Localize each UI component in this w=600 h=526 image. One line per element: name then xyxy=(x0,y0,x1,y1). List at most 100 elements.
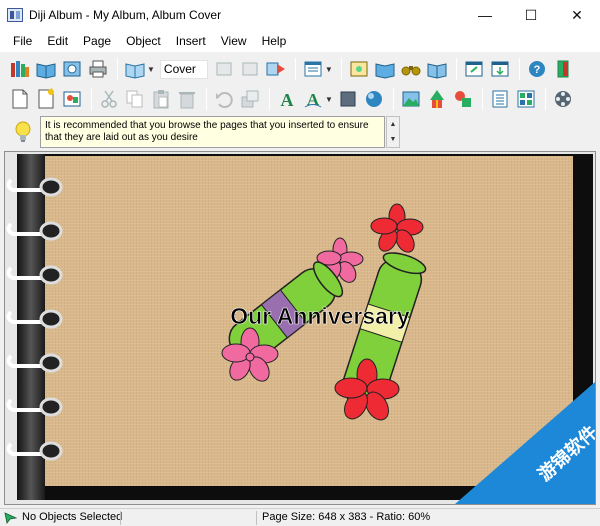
book-icon xyxy=(125,63,145,79)
hint-scrollbar[interactable]: ▲ ▼ xyxy=(386,116,400,148)
page-photo-button[interactable] xyxy=(60,87,84,111)
album-icon xyxy=(375,63,395,79)
layers-icon xyxy=(241,90,259,108)
view-album-button[interactable] xyxy=(373,57,397,81)
menu-page[interactable]: Page xyxy=(76,34,119,48)
publish-button[interactable] xyxy=(488,57,512,81)
toolbar-separator xyxy=(206,88,207,110)
menu-bar: File Edit Page Object Insert View Help xyxy=(0,30,600,52)
photo-frame-icon xyxy=(350,61,368,77)
page-wizard-button[interactable] xyxy=(34,87,58,111)
toolbar-separator xyxy=(340,58,342,80)
next-page-button[interactable] xyxy=(264,57,288,81)
close-button[interactable]: ✕ xyxy=(554,0,600,30)
new-album-button[interactable] xyxy=(8,57,32,81)
cut-button[interactable] xyxy=(97,87,121,111)
svg-text:A: A xyxy=(281,90,294,110)
insert-ball-button[interactable] xyxy=(362,87,386,111)
insert-shape-button[interactable] xyxy=(336,87,360,111)
page-title-text[interactable]: Our Anniversary xyxy=(230,303,410,330)
first-page-button[interactable] xyxy=(212,57,236,81)
menu-edit[interactable]: Edit xyxy=(40,34,76,48)
scissors-icon xyxy=(101,90,117,108)
layout-button[interactable] xyxy=(301,57,325,81)
insert-image-button[interactable] xyxy=(399,87,423,111)
status-divider xyxy=(256,511,257,525)
exit-button[interactable] xyxy=(551,57,575,81)
svg-text:?: ? xyxy=(533,64,540,76)
toolbar-separator xyxy=(91,88,92,110)
page-canvas[interactable]: Our Anniversary 游锦软件 xyxy=(4,151,600,505)
text-effects-button[interactable]: A xyxy=(301,87,325,111)
help-button[interactable]: ? xyxy=(525,57,549,81)
bring-forward-button[interactable] xyxy=(238,87,262,111)
page-wizard-icon xyxy=(38,88,54,109)
status-bar: No Objects Selected Page Size: 648 x 383… xyxy=(0,508,600,526)
chevron-down-icon[interactable]: ▼ xyxy=(147,65,155,74)
menu-view[interactable]: View xyxy=(214,34,255,48)
maximize-button[interactable]: ☐ xyxy=(508,0,554,30)
publish-window-icon xyxy=(491,61,509,77)
clipboard-icon xyxy=(153,90,169,109)
status-divider xyxy=(120,511,121,525)
edit-toolbar: A A ▼ xyxy=(0,84,600,114)
minimize-button[interactable]: — xyxy=(462,0,508,30)
binoculars-button[interactable] xyxy=(399,57,423,81)
title-bar: Diji Album - My Album, Album Cover — ☐ ✕ xyxy=(0,0,600,30)
open-album-button[interactable] xyxy=(34,57,58,81)
export-window-icon xyxy=(465,61,483,77)
trash-icon xyxy=(179,92,195,109)
new-page-button[interactable] xyxy=(8,87,32,111)
print-button[interactable] xyxy=(86,57,110,81)
undo-button[interactable] xyxy=(212,87,236,111)
shape-icon xyxy=(340,91,356,107)
undo-icon xyxy=(216,92,233,108)
read-album-button[interactable] xyxy=(425,57,449,81)
layout-icon xyxy=(304,61,322,77)
movie-button[interactable] xyxy=(551,87,575,111)
delete-button[interactable] xyxy=(175,87,199,111)
main-toolbar: ▼ Cover ▼ ? xyxy=(0,54,600,84)
grid-icon xyxy=(517,90,535,108)
paste-button[interactable] xyxy=(149,87,173,111)
menu-object[interactable]: Object xyxy=(119,34,169,48)
scroll-up-icon[interactable]: ▲ xyxy=(387,117,399,132)
scroll-down-icon[interactable]: ▼ xyxy=(387,132,399,147)
new-page-icon xyxy=(12,89,28,109)
menu-help[interactable]: Help xyxy=(255,34,295,48)
menu-file[interactable]: File xyxy=(6,34,40,48)
page-photo-icon xyxy=(63,91,81,107)
grid-button[interactable] xyxy=(514,87,538,111)
gift-tree-icon xyxy=(429,90,444,108)
page-selector[interactable]: Cover xyxy=(159,59,208,79)
previous-page-button[interactable] xyxy=(238,57,262,81)
page-book-button[interactable] xyxy=(123,57,147,81)
help-icon: ? xyxy=(528,61,545,77)
browse-button[interactable] xyxy=(60,57,84,81)
chevron-down-icon[interactable]: ▼ xyxy=(325,65,333,74)
export-button[interactable] xyxy=(462,57,486,81)
text-a-icon: A xyxy=(281,90,294,110)
toolbar-separator xyxy=(117,58,118,80)
printer-icon xyxy=(89,60,107,78)
film-reel-icon xyxy=(554,91,571,107)
svg-text:A: A xyxy=(307,90,320,109)
page-list-button[interactable] xyxy=(488,87,512,111)
insert-text-button[interactable]: A xyxy=(275,87,299,111)
app-icon xyxy=(7,8,23,22)
copy-icon xyxy=(126,90,143,108)
photo-frame-button[interactable] xyxy=(347,57,371,81)
status-page-info: Page Size: 648 x 383 - Ratio: 60% xyxy=(262,511,431,523)
first-page-icon xyxy=(216,62,232,76)
insert-shapes-button[interactable] xyxy=(451,87,475,111)
selection-arrow-icon xyxy=(4,512,18,524)
toolbar-separator xyxy=(392,88,394,110)
sphere-icon xyxy=(365,91,382,107)
copy-button[interactable] xyxy=(123,87,147,111)
insert-clipart-button[interactable] xyxy=(425,87,449,111)
menu-insert[interactable]: Insert xyxy=(169,34,214,48)
chevron-down-icon[interactable]: ▼ xyxy=(325,95,333,104)
toolbar-separator xyxy=(269,88,270,110)
reading-book-icon xyxy=(427,63,447,79)
toolbar-separator xyxy=(544,88,546,110)
